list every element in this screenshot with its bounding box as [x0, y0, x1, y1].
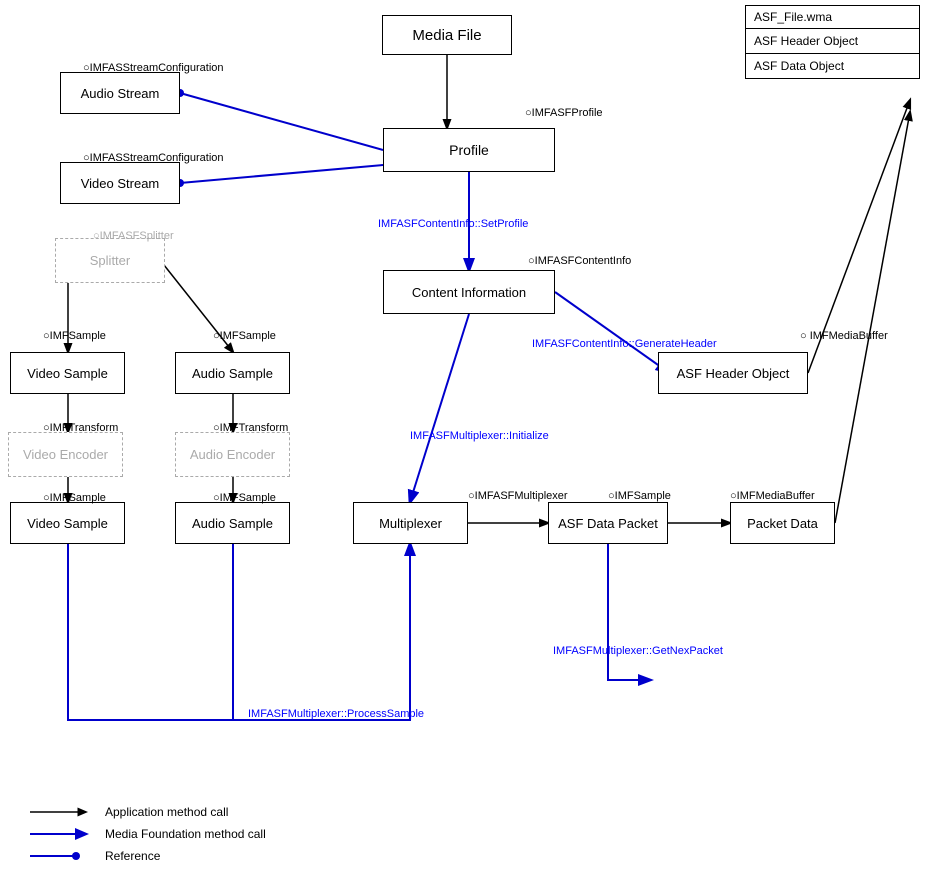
asf-data-packet-box: ASF Data Packet: [548, 502, 668, 544]
audio-sample-1-box: Audio Sample: [175, 352, 290, 394]
asf-header-object-file: ASF Header Object: [746, 29, 919, 54]
label-imf-sample-4: ○IMFSample: [213, 492, 276, 504]
label-initialize: IMFASFMultiplexer::Initialize: [410, 430, 549, 442]
label-imf-media-buffer-1: ○IMFMediaBuffer: [730, 490, 815, 502]
legend-app-call-label: Application method call: [105, 805, 228, 819]
legend-mf-call-label: Media Foundation method call: [105, 827, 266, 841]
label-imfas-stream-config-2: ○IMFASStreamConfiguration: [83, 152, 224, 164]
legend-mf-call: Media Foundation method call: [30, 827, 266, 841]
label-imfasf-multiplexer: ○IMFASFMultiplexer: [468, 490, 568, 502]
label-imf-sample-2: ○IMFSample: [213, 330, 276, 342]
label-generate-header: IMFASFContentInfo::GenerateHeader: [532, 338, 717, 350]
label-imfas-stream-config-1: ○IMFASStreamConfiguration: [83, 62, 224, 74]
legend-reference-label: Reference: [105, 849, 160, 863]
video-sample-1-box: Video Sample: [10, 352, 125, 394]
label-imf-transform-2: ○IMFTransform: [213, 422, 288, 434]
label-imf-sample-5: ○IMFSample: [608, 490, 671, 502]
diagram-container: ASF_File.wma ASF Header Object ASF Data …: [0, 0, 942, 891]
multiplexer-box: Multiplexer: [353, 502, 468, 544]
label-imf-transform-1: ○IMFTransform: [43, 422, 118, 434]
label-imf-media-buffer-2: ○ IMFMediaBuffer: [800, 330, 888, 342]
legend: Application method call Media Foundation…: [30, 805, 266, 871]
video-encoder-box: Video Encoder: [8, 432, 123, 477]
label-imf-sample-3: ○IMFSample: [43, 492, 106, 504]
label-imfasf-profile: ○IMFASFProfile: [525, 107, 603, 119]
label-set-profile: IMFASFContentInfo::SetProfile: [378, 218, 528, 230]
video-sample-2-box: Video Sample: [10, 502, 125, 544]
label-get-nex-packet: IMFASFMultiplexer::GetNexPacket: [553, 645, 723, 657]
profile-box: Profile: [383, 128, 555, 172]
legend-reference: Reference: [30, 849, 266, 863]
media-file-box: Media File: [382, 15, 512, 55]
label-imfasf-splitter: ○IMFASFSplitter: [93, 230, 174, 242]
asf-file-group: ASF_File.wma ASF Header Object ASF Data …: [745, 5, 920, 79]
content-information-box: Content Information: [383, 270, 555, 314]
audio-encoder-box: Audio Encoder: [175, 432, 290, 477]
asf-header-object-box: ASF Header Object: [658, 352, 808, 394]
label-imf-sample-1: ○IMFSample: [43, 330, 106, 342]
audio-sample-2-box: Audio Sample: [175, 502, 290, 544]
label-process-sample: IMFASFMultiplexer::ProcessSample: [248, 708, 424, 720]
packet-data-box: Packet Data: [730, 502, 835, 544]
audio-stream-box: Audio Stream: [60, 72, 180, 114]
legend-app-call: Application method call: [30, 805, 266, 819]
asf-file-title: ASF_File.wma: [746, 6, 919, 29]
label-imfasf-content-info: ○IMFASFContentInfo: [528, 255, 631, 267]
asf-data-object-file: ASF Data Object: [746, 54, 919, 78]
video-stream-box: Video Stream: [60, 162, 180, 204]
splitter-box: Splitter: [55, 238, 165, 283]
